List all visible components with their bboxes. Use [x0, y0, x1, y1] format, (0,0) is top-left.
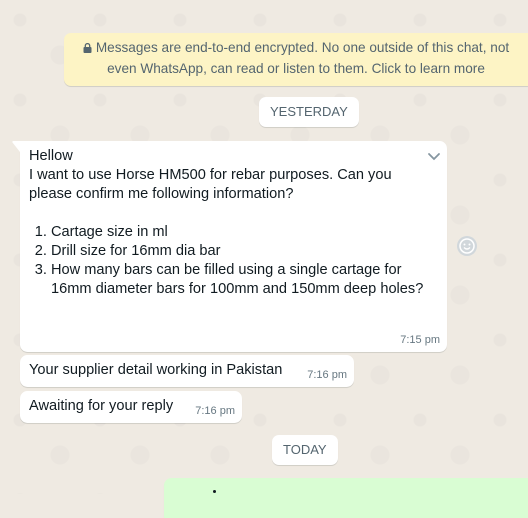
- chevron-down-icon[interactable]: [425, 147, 443, 165]
- message-bubble[interactable]: Awaiting for your reply 7:16 pm: [20, 391, 242, 423]
- message-bubble[interactable]: Your supplier detail working in Pakistan…: [20, 355, 354, 387]
- date-separator-today: TODAY: [272, 435, 338, 465]
- list-item: Drill size for 16mm dia bar: [51, 242, 438, 261]
- message-text-line: I want to use Horse HM500 for rebar purp…: [29, 167, 392, 183]
- date-separator-yesterday: YESTERDAY: [259, 97, 359, 127]
- list-item: Cartage size in ml: [51, 223, 438, 242]
- message-text-fragment: [213, 490, 216, 493]
- outgoing-message-bubble[interactable]: [164, 478, 528, 518]
- list-item: How many bars can be filled using a sing…: [51, 261, 438, 299]
- encryption-notice-line1: Messages are end-to-end encrypted. No on…: [95, 40, 510, 55]
- message-text-line: Hellow: [29, 148, 73, 164]
- message-bubble[interactable]: Hellow I want to use Horse HM500 for reb…: [12, 141, 447, 352]
- message-text-line: please confirm me following information?: [29, 186, 294, 202]
- emoji-icon[interactable]: [455, 234, 479, 258]
- message-list: Cartage size in ml Drill size for 16mm d…: [29, 223, 438, 299]
- message-time: 7:16 pm: [195, 405, 235, 417]
- lock-icon: [83, 43, 92, 53]
- encryption-notice-line2: even WhatsApp, can read or listen to the…: [107, 61, 485, 76]
- bubble-tail: [12, 141, 20, 152]
- message-time: 7:15 pm: [400, 334, 440, 346]
- encryption-notice[interactable]: Messages are end-to-end encrypted. No on…: [64, 33, 528, 86]
- message-text: Awaiting for your reply: [29, 398, 174, 414]
- message-text: Your supplier detail working in Pakistan: [29, 362, 283, 378]
- message-time: 7:16 pm: [307, 369, 347, 381]
